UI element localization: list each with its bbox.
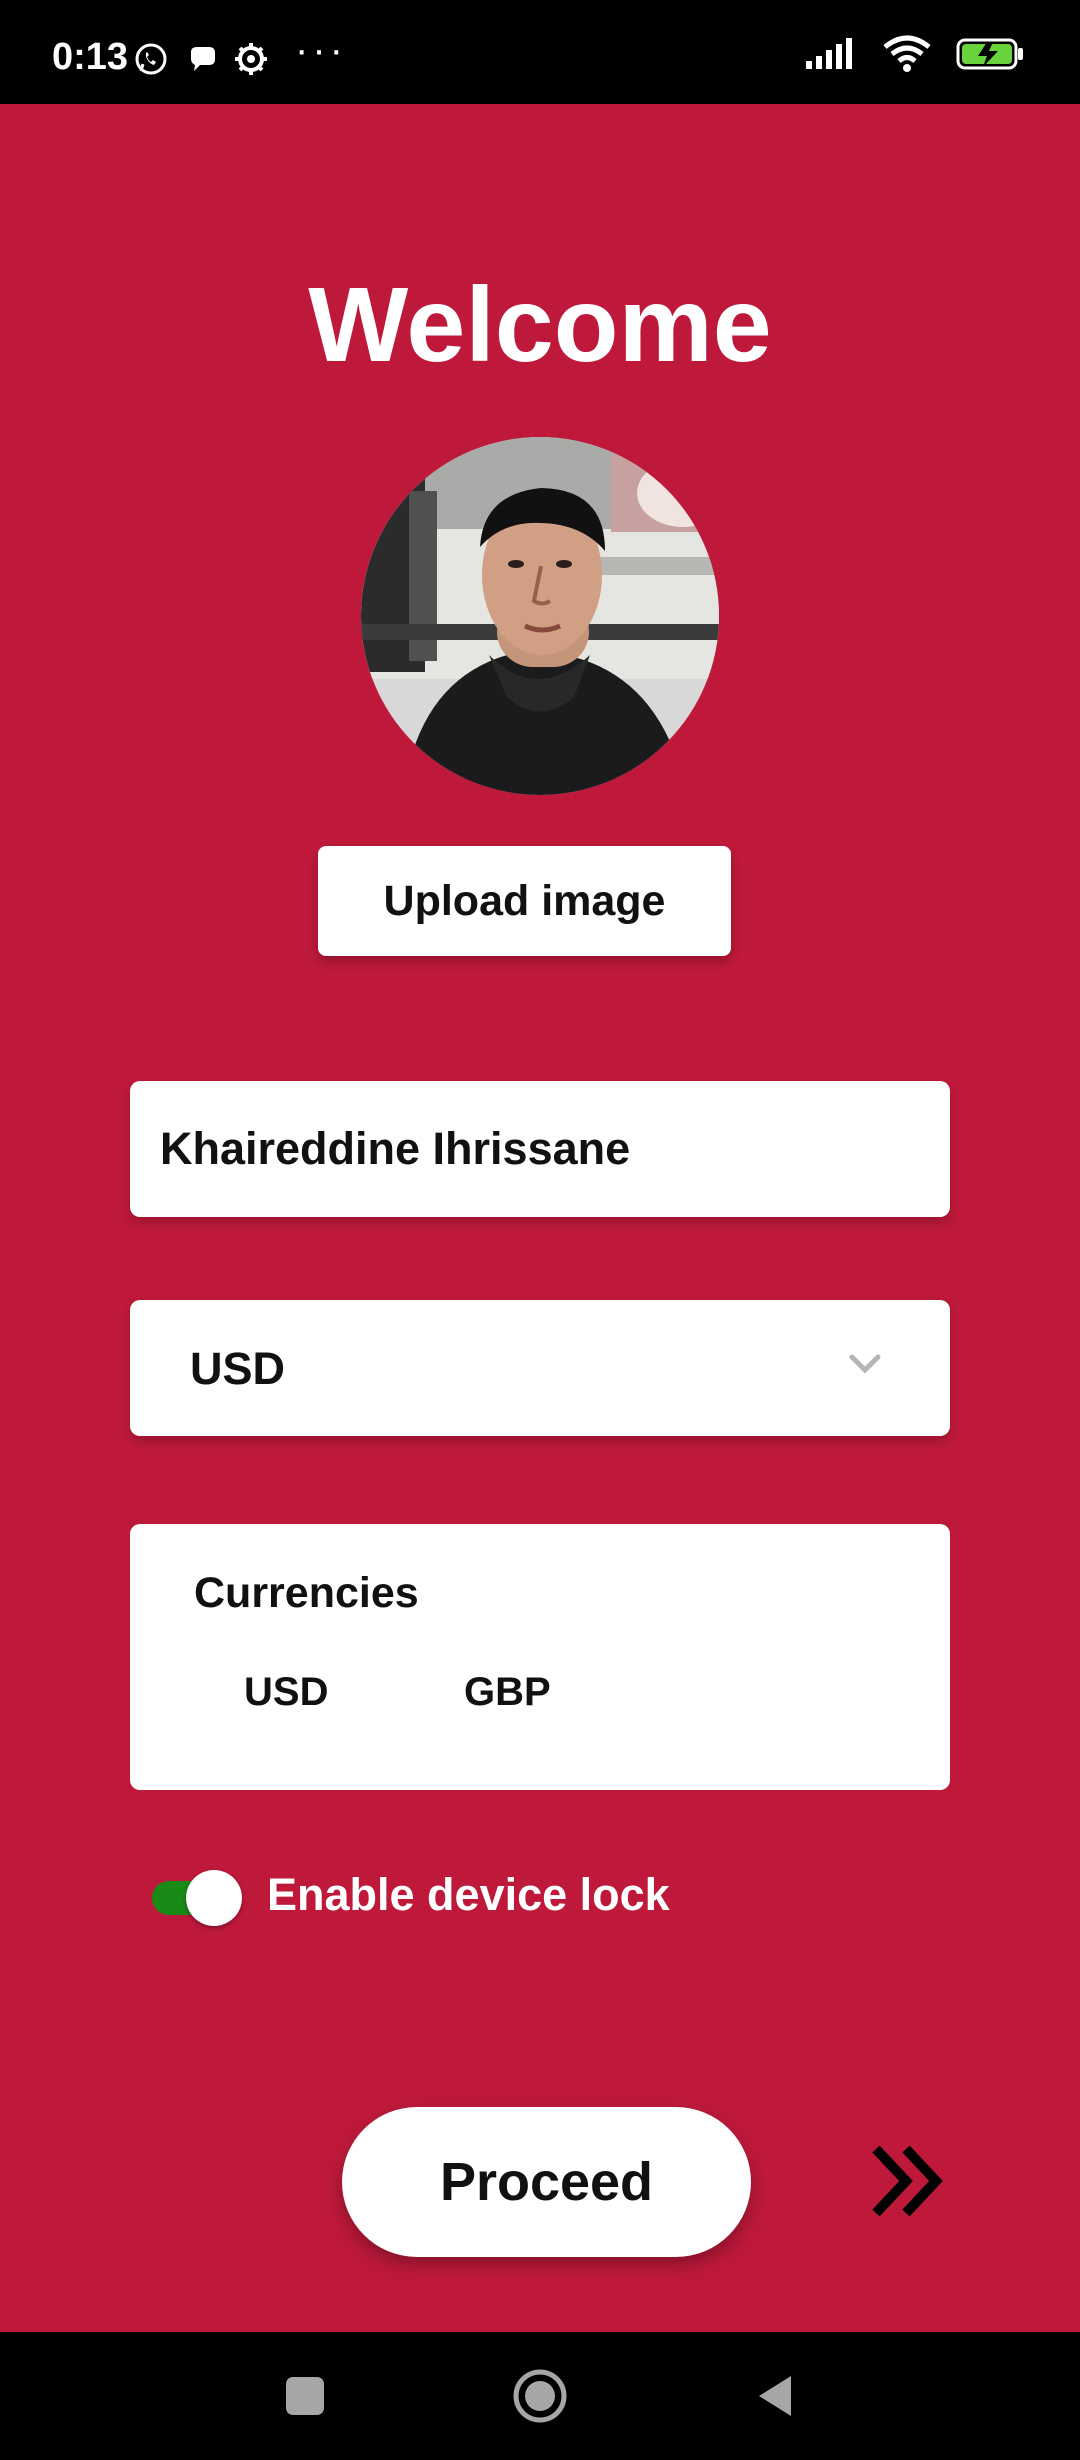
chevron-down-icon — [849, 1354, 881, 1374]
selected-currency: USD — [190, 1343, 286, 1394]
chat-bubble-icon — [184, 40, 222, 78]
toggle-knob — [186, 1870, 242, 1926]
page-title: Welcome — [308, 266, 772, 384]
back-icon[interactable] — [743, 2364, 807, 2428]
double-chevron-right-icon[interactable] — [872, 2145, 944, 2217]
upload-image-button[interactable]: Upload image — [318, 846, 731, 956]
currency-option-usd[interactable]: USD — [244, 1672, 328, 1712]
name-input[interactable]: Khaireddine Ihrissane — [130, 1081, 950, 1217]
currency-select[interactable]: USD — [130, 1300, 950, 1436]
proceed-button[interactable]: Proceed — [342, 2107, 751, 2257]
currencies-card: Currencies USD GBP — [130, 1524, 950, 1790]
android-navigation-bar — [0, 2332, 1080, 2460]
welcome-screen: Welcome Upload image Khaireddine Ihrissa… — [0, 104, 1080, 2332]
status-bar: 0:13 ··· — [0, 0, 1080, 104]
whatsapp-icon — [132, 40, 170, 78]
wifi-icon — [882, 35, 932, 78]
battery-charging-icon — [956, 37, 1026, 76]
home-icon[interactable] — [508, 2364, 572, 2428]
status-dots: ··· — [295, 28, 347, 72]
signal-icon — [806, 37, 858, 76]
currency-option-gbp[interactable]: GBP — [464, 1672, 551, 1712]
settings-gear-icon — [232, 40, 270, 78]
currencies-title: Currencies — [194, 1569, 419, 1617]
status-time: 0:13 — [52, 36, 129, 78]
profile-avatar — [361, 437, 719, 795]
recent-apps-icon[interactable] — [273, 2364, 337, 2428]
system-status-icons — [806, 35, 1026, 78]
device-lock-label: Enable device lock — [267, 1869, 670, 1920]
device-lock-toggle[interactable] — [152, 1870, 242, 1926]
